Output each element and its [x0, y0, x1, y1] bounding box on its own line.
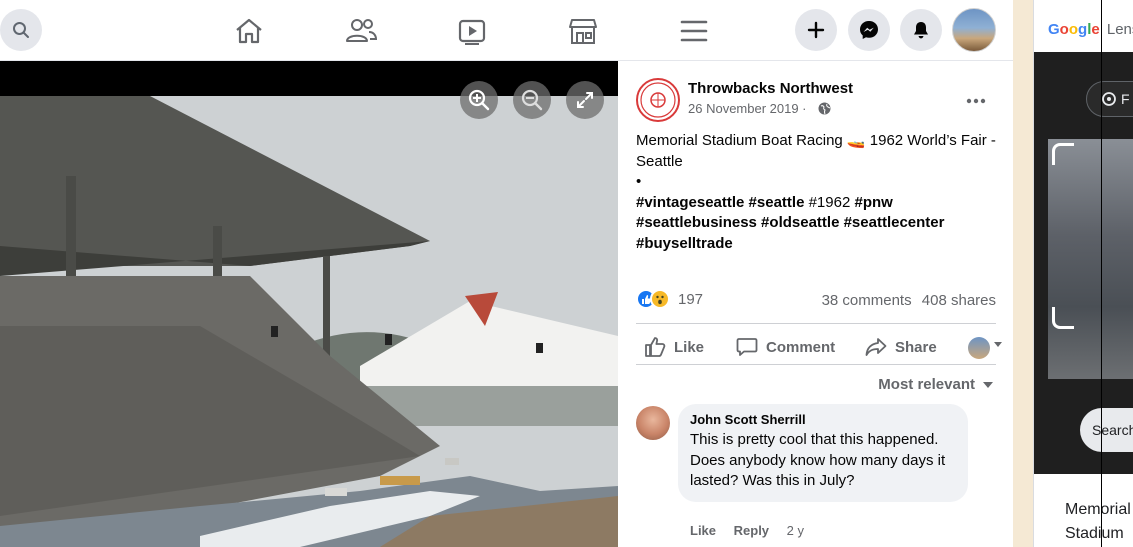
reactions-summary[interactable]: 197	[636, 289, 703, 309]
watch-icon	[458, 19, 486, 45]
hashtags-line-3[interactable]: #buyselltrade	[636, 234, 996, 255]
text-cursor-line	[1101, 0, 1102, 547]
watch-tab[interactable]	[455, 14, 489, 48]
home-icon	[236, 18, 262, 44]
menu-tab[interactable]	[677, 14, 711, 48]
hashtags-line-1: #vintageseattle #seattle #1962 #pnw	[636, 193, 996, 214]
shares-count-link[interactable]: 408 shares	[922, 292, 996, 309]
notifications-bell-icon	[914, 22, 928, 39]
divider	[636, 364, 996, 365]
page-name[interactable]: Throwbacks Northwest	[688, 80, 853, 97]
share-arrow-icon	[865, 338, 887, 356]
lens-result-title[interactable]: Memorial Stadium	[1065, 498, 1133, 546]
share-label: Share	[895, 338, 937, 356]
comment-actions: Like Reply 2 y	[690, 523, 804, 538]
lens-filter-chip[interactable]: F	[1086, 81, 1133, 117]
google-wordmark: Google	[1048, 21, 1100, 38]
search-icon	[13, 22, 29, 38]
comment-sort-dropdown[interactable]: Most relevant	[878, 376, 993, 393]
comment-bubble: John Scott Sherrill This is pretty cool …	[678, 404, 968, 502]
search-button[interactable]	[0, 9, 42, 51]
messenger-button[interactable]	[848, 9, 890, 51]
lens-wordmark: Lens	[1106, 21, 1133, 38]
caption-bullet: •	[636, 173, 642, 191]
comment-bubble-icon	[736, 338, 758, 356]
lens-search-button[interactable]: Search	[1080, 408, 1133, 452]
divider	[636, 323, 996, 324]
menu-icon	[680, 20, 708, 42]
engagement-counts: 38 comments 408 shares	[816, 292, 996, 309]
commenter-avatar[interactable]	[636, 406, 670, 440]
photo-viewer	[0, 61, 618, 547]
hashtag-link[interactable]: #vintageseattle #seattle	[636, 194, 804, 211]
fullscreen-button[interactable]	[566, 81, 604, 119]
profile-avatar[interactable]	[952, 8, 996, 52]
like-button[interactable]: Like	[644, 337, 704, 357]
hashtags-line-2[interactable]: #seattlebusiness #oldseattle #seattlecen…	[636, 213, 996, 234]
post-caption: Memorial Stadium Boat Racing 🚤 1962 Worl…	[636, 131, 996, 255]
zoom-in-icon	[468, 89, 490, 111]
chevron-down-icon[interactable]	[994, 342, 1002, 347]
comment-author[interactable]: John Scott Sherrill	[690, 412, 956, 427]
create-button[interactable]	[795, 9, 837, 51]
fullscreen-expand-icon	[577, 92, 593, 108]
globe-icon	[818, 102, 831, 115]
home-tab[interactable]	[232, 14, 266, 48]
panel-gutter	[1013, 0, 1033, 547]
comment-label: Comment	[766, 338, 836, 356]
more-dots-icon	[966, 98, 986, 104]
zoom-out-button[interactable]	[513, 81, 551, 119]
crop-corner-handle[interactable]	[1052, 143, 1074, 165]
caret-down-icon	[983, 381, 993, 388]
zoom-in-button[interactable]	[460, 81, 498, 119]
hashtag-link[interactable]: #pnw	[854, 194, 892, 211]
basketball-logo-icon	[640, 82, 676, 118]
share-button[interactable]: Share	[865, 337, 937, 357]
post-details-panel: Throwbacks Northwest 26 November 2019 · …	[618, 61, 1013, 547]
wow-reaction-icon	[650, 289, 670, 309]
more-options-button[interactable]	[966, 87, 986, 110]
marketplace-icon	[569, 19, 597, 44]
friends-icon	[346, 19, 377, 42]
comment-text: This is pretty cool that this happened. …	[690, 431, 946, 489]
notifications-button[interactable]	[900, 9, 942, 51]
like-label: Like	[674, 338, 705, 356]
comment-button[interactable]: Comment	[736, 337, 835, 357]
share-as-avatar[interactable]	[968, 337, 990, 359]
google-lens-logo: Google Lens	[1048, 21, 1133, 38]
stadium-photo	[0, 96, 618, 547]
comment-like-link[interactable]: Like	[690, 523, 716, 538]
marketplace-tab[interactable]	[566, 14, 600, 48]
lens-chip-label: F	[1121, 91, 1130, 107]
thumbs-up-icon	[645, 337, 666, 357]
comment-reply-link[interactable]: Reply	[734, 523, 769, 538]
messenger-icon	[860, 21, 878, 39]
sort-label: Most relevant	[878, 376, 975, 393]
caption-line: Memorial Stadium Boat Racing 🚤 1962 Worl…	[636, 132, 996, 170]
create-plus-icon	[807, 21, 825, 39]
reaction-count: 197	[678, 290, 704, 308]
crop-corner-handle[interactable]	[1052, 307, 1074, 329]
page-logo[interactable]	[636, 78, 680, 122]
comment-age[interactable]: 2 y	[787, 523, 804, 538]
lens-icon	[1102, 92, 1116, 106]
google-lens-panel: Google Lens F Search Memorial Stadium	[1033, 0, 1133, 547]
lens-selected-image[interactable]	[1048, 139, 1133, 379]
comments-count-link[interactable]: 38 comments	[822, 292, 912, 309]
lens-search-label: Search	[1092, 422, 1133, 438]
top-navigation-bar	[0, 0, 1013, 61]
zoom-out-icon	[521, 89, 543, 111]
hashtag-text: #1962	[808, 193, 851, 211]
friends-tab[interactable]	[344, 14, 378, 48]
post-date[interactable]: 26 November 2019 ·	[688, 101, 807, 116]
